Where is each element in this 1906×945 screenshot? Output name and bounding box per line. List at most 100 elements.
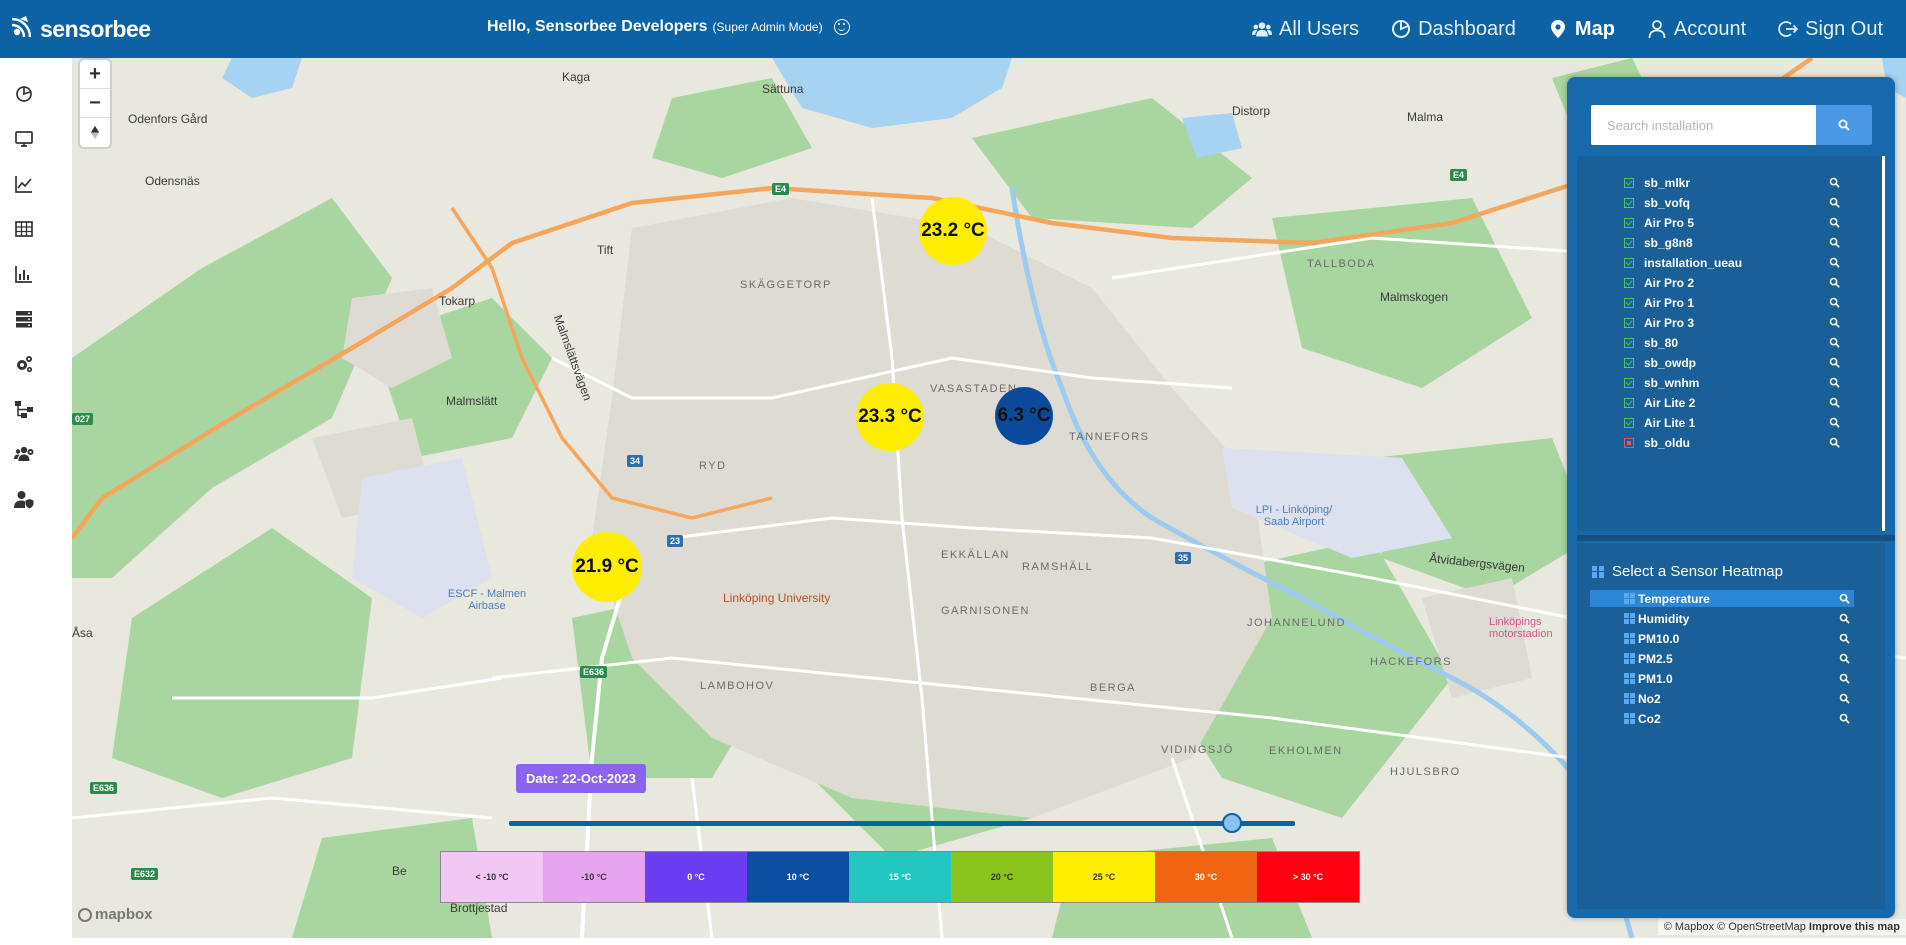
installation-name: sb_mlkr xyxy=(1644,175,1691,190)
heatmap-item[interactable]: PM2.5 xyxy=(1590,650,1854,667)
installation-checkbox[interactable] xyxy=(1624,377,1634,388)
map-place-label: LAMBOHOV xyxy=(700,680,775,692)
nav-map[interactable]: Map xyxy=(1548,18,1615,41)
zoom-heatmap-icon[interactable] xyxy=(1839,713,1850,724)
zoom-to-installation-icon[interactable] xyxy=(1829,357,1840,368)
installation-name: sb_g8n8 xyxy=(1644,235,1693,250)
heatmap-item[interactable]: Temperature xyxy=(1590,590,1854,607)
installation-search-input[interactable] xyxy=(1591,105,1816,145)
installation-checkbox[interactable] xyxy=(1624,337,1634,348)
sidebar-table-icon[interactable] xyxy=(13,218,35,240)
installation-item[interactable]: Air Lite 2 xyxy=(1624,394,1840,411)
zoom-to-installation-icon[interactable] xyxy=(1829,317,1840,328)
sensor-marker[interactable]: 6.3 °C xyxy=(995,387,1053,445)
heatmap-item[interactable]: PM10.0 xyxy=(1590,630,1854,647)
sidebar-gears-icon[interactable] xyxy=(13,353,35,375)
installation-name: Air Lite 2 xyxy=(1644,395,1696,410)
installation-item[interactable]: Air Pro 1 xyxy=(1624,294,1840,311)
mapbox-logo[interactable]: mapbox xyxy=(78,906,153,923)
time-slider-thumb[interactable] xyxy=(1222,813,1243,833)
installation-checkbox[interactable] xyxy=(1624,317,1634,328)
nav-account[interactable]: Account xyxy=(1647,18,1746,41)
zoom-to-installation-icon[interactable] xyxy=(1829,177,1840,188)
zoom-to-installation-icon[interactable] xyxy=(1829,237,1840,248)
installation-search xyxy=(1591,105,1872,145)
installation-checkbox[interactable] xyxy=(1624,197,1634,208)
zoom-heatmap-icon[interactable] xyxy=(1839,613,1850,624)
installation-checkbox[interactable] xyxy=(1624,297,1634,308)
zoom-out-button[interactable]: − xyxy=(80,89,110,118)
zoom-to-installation-icon[interactable] xyxy=(1829,277,1840,288)
compass-button[interactable] xyxy=(80,118,110,147)
improve-map-link[interactable]: Improve this map xyxy=(1809,921,1900,933)
legend-cell: 15 °C xyxy=(849,852,951,902)
nav-sign-out[interactable]: Sign Out xyxy=(1778,18,1883,41)
zoom-to-installation-icon[interactable] xyxy=(1829,297,1840,308)
installation-checkbox[interactable] xyxy=(1624,237,1634,248)
sidebar-users-gear-icon[interactable] xyxy=(13,443,35,465)
heatmap-name: Humidity xyxy=(1638,611,1690,626)
sensor-marker[interactable]: 21.9 °C xyxy=(572,532,642,602)
zoom-to-installation-icon[interactable] xyxy=(1829,217,1840,228)
installation-item[interactable]: sb_oldu xyxy=(1624,434,1840,451)
sensor-marker[interactable]: 23.3 °C xyxy=(856,383,924,451)
installation-item[interactable]: sb_mlkr xyxy=(1624,174,1840,191)
heatmap-name: PM1.0 xyxy=(1638,671,1673,686)
map-place-label: Distorp xyxy=(1232,104,1271,118)
zoom-heatmap-icon[interactable] xyxy=(1839,693,1850,704)
installation-search-button[interactable] xyxy=(1816,105,1872,145)
installation-checkbox[interactable] xyxy=(1624,277,1634,288)
legend-cell: 30 °C xyxy=(1155,852,1257,902)
heatmap-item[interactable]: PM1.0 xyxy=(1590,670,1854,687)
brand-logo[interactable]: sensorbee xyxy=(8,10,151,48)
installation-item[interactable]: Air Pro 2 xyxy=(1624,274,1840,291)
zoom-to-installation-icon[interactable] xyxy=(1829,197,1840,208)
installation-item[interactable]: sb_owdp xyxy=(1624,354,1840,371)
installation-item[interactable]: sb_g8n8 xyxy=(1624,234,1840,251)
sidebar-pie-chart-icon[interactable] xyxy=(13,83,35,105)
installation-checkbox[interactable] xyxy=(1624,257,1634,268)
sidebar-user-shield-icon[interactable] xyxy=(13,488,35,510)
grid-icon xyxy=(1624,593,1635,604)
nav-all-users[interactable]: All Users xyxy=(1252,18,1359,41)
zoom-to-installation-icon[interactable] xyxy=(1829,417,1840,428)
attribution-copyright[interactable]: © Mapbox © OpenStreetMap xyxy=(1664,921,1806,933)
installation-item[interactable]: Air Pro 3 xyxy=(1624,314,1840,331)
zoom-heatmap-icon[interactable] xyxy=(1839,633,1850,644)
heatmap-item[interactable]: Humidity xyxy=(1590,610,1854,627)
installation-checkbox[interactable] xyxy=(1624,357,1634,368)
installation-checkbox[interactable] xyxy=(1624,217,1634,228)
heatmap-item[interactable]: No2 xyxy=(1590,690,1854,707)
time-slider[interactable] xyxy=(509,813,1295,833)
sidebar-bar-chart-icon[interactable] xyxy=(13,263,35,285)
installation-item[interactable]: Air Lite 1 xyxy=(1624,414,1840,431)
sidebar-line-chart-icon[interactable] xyxy=(13,173,35,195)
installation-item[interactable]: installation_ueau xyxy=(1624,254,1840,271)
installation-item[interactable]: sb_80 xyxy=(1624,334,1840,351)
sidebar-monitor-icon[interactable] xyxy=(13,128,35,150)
installation-name: Air Pro 2 xyxy=(1644,275,1695,290)
zoom-to-installation-icon[interactable] xyxy=(1829,257,1840,268)
installation-checkbox[interactable] xyxy=(1624,397,1634,408)
zoom-to-installation-icon[interactable] xyxy=(1829,337,1840,348)
nav-dashboard[interactable]: Dashboard xyxy=(1391,18,1516,41)
zoom-in-button[interactable]: + xyxy=(80,60,110,89)
installation-item[interactable]: Air Pro 5 xyxy=(1624,214,1840,231)
installation-item[interactable]: sb_wnhm xyxy=(1624,374,1840,391)
zoom-to-installation-icon[interactable] xyxy=(1829,437,1840,448)
map-place-label: Linköpings motorstadion xyxy=(1489,616,1553,640)
sidebar-server-icon[interactable] xyxy=(13,308,35,330)
map-place-label: HACKEFORS xyxy=(1370,656,1452,668)
installation-item[interactable]: sb_vofq xyxy=(1624,194,1840,211)
heatmap-item[interactable]: Co2 xyxy=(1590,710,1854,727)
zoom-to-installation-icon[interactable] xyxy=(1829,377,1840,388)
zoom-heatmap-icon[interactable] xyxy=(1839,593,1850,604)
installation-checkbox[interactable] xyxy=(1624,437,1634,448)
sensor-marker[interactable]: 23.2 °C xyxy=(919,197,987,265)
zoom-heatmap-icon[interactable] xyxy=(1839,653,1850,664)
zoom-to-installation-icon[interactable] xyxy=(1829,397,1840,408)
zoom-heatmap-icon[interactable] xyxy=(1839,673,1850,684)
installation-checkbox[interactable] xyxy=(1624,177,1634,188)
installation-checkbox[interactable] xyxy=(1624,417,1634,428)
sidebar-network-icon[interactable] xyxy=(13,398,35,420)
